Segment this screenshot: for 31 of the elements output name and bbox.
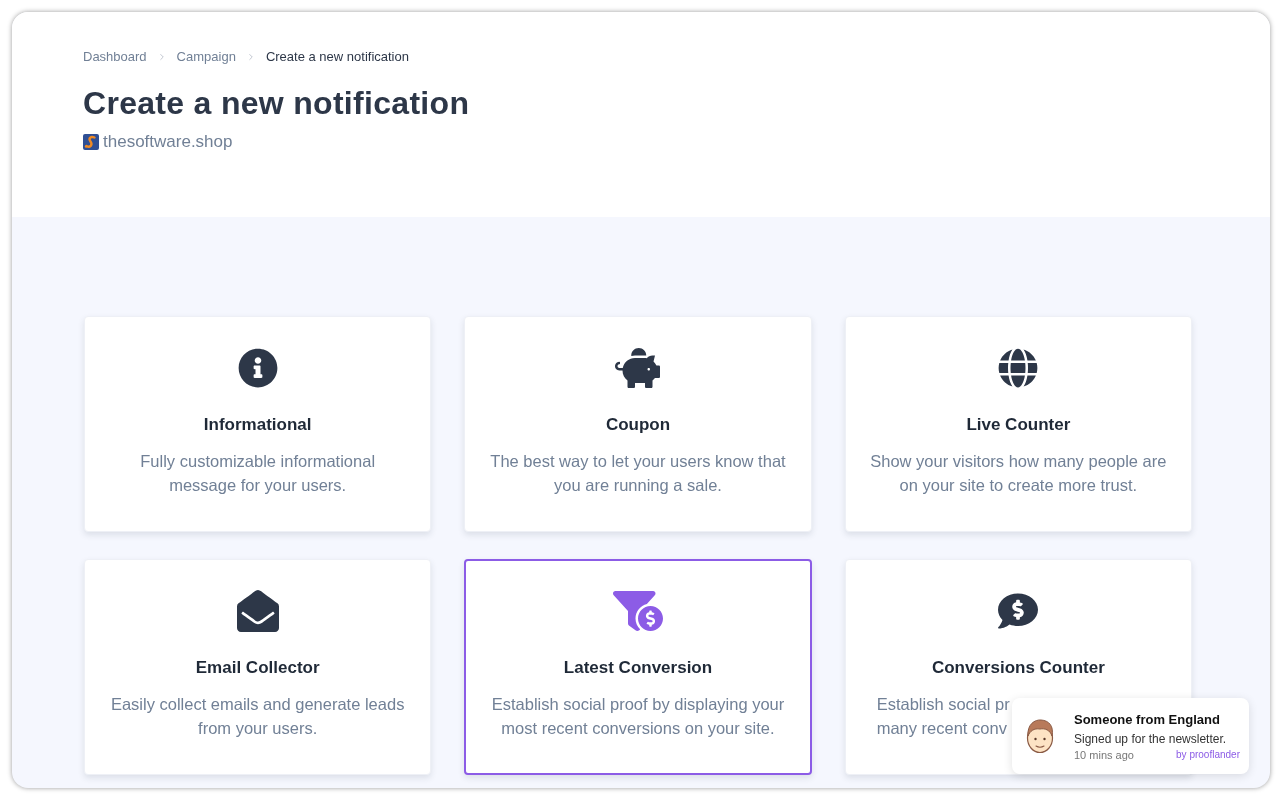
card-title: Conversions Counter [931,657,1105,679]
card-title: Informational [203,414,312,436]
popup-time: 10 mins ago [1074,747,1134,762]
speech-bubble-dollar-icon [998,591,1039,631]
funnel-dollar-icon [613,591,663,631]
card-description: Establish social proof by displaying your most recent conversions on your site. [491,694,785,739]
card-title: Coupon [605,414,671,436]
card-description: The best way to let your users know that you are running a sale. [490,451,786,496]
breadcrumb-link[interactable]: Dashboard [83,48,147,66]
card-description: Fully customizable informational message for your users. [140,451,376,496]
avatar-icon [1025,718,1055,754]
card-title: Email Collector [195,657,320,679]
breadcrumb-link[interactable]: Campaign [176,48,236,66]
card-description: Show your visitors how many people are on your site to create more trust. [870,451,1167,496]
current-page-text: Create a new notification [265,48,409,66]
piggy-bank-icon [614,348,662,388]
notification-type-card[interactable]: Latest Conversion Establish social proof by displaying your most recent conversions on your site. [464,559,812,775]
info-icon [237,348,278,388]
notification-type-card[interactable]: Live Counter Show your visitors how many people are on your site to create more trust. [844,316,1192,532]
globe-icon [998,348,1039,388]
notification-type-card[interactable]: Email Collector Easily collect emails and generate leads from your users. [84,559,432,775]
envelope-icon [236,590,279,632]
card-description: Easily collect emails and generate leads from your users. [110,694,405,739]
notification-type-card[interactable]: Informational Fully customizable informational message for your users. [84,316,432,532]
site-logo-icon [83,134,99,150]
card-title: Latest Conversion [563,657,713,679]
notification-type-card[interactable]: Coupon The best way to let your users know that you are running a sale. [464,316,812,532]
card-description: Establish social pr many recent conv [876,694,1010,739]
card-title: Live Counter [966,414,1071,436]
page-title: Create a new notification [83,84,470,123]
site-link[interactable]: thesoftware.shop [103,130,233,154]
